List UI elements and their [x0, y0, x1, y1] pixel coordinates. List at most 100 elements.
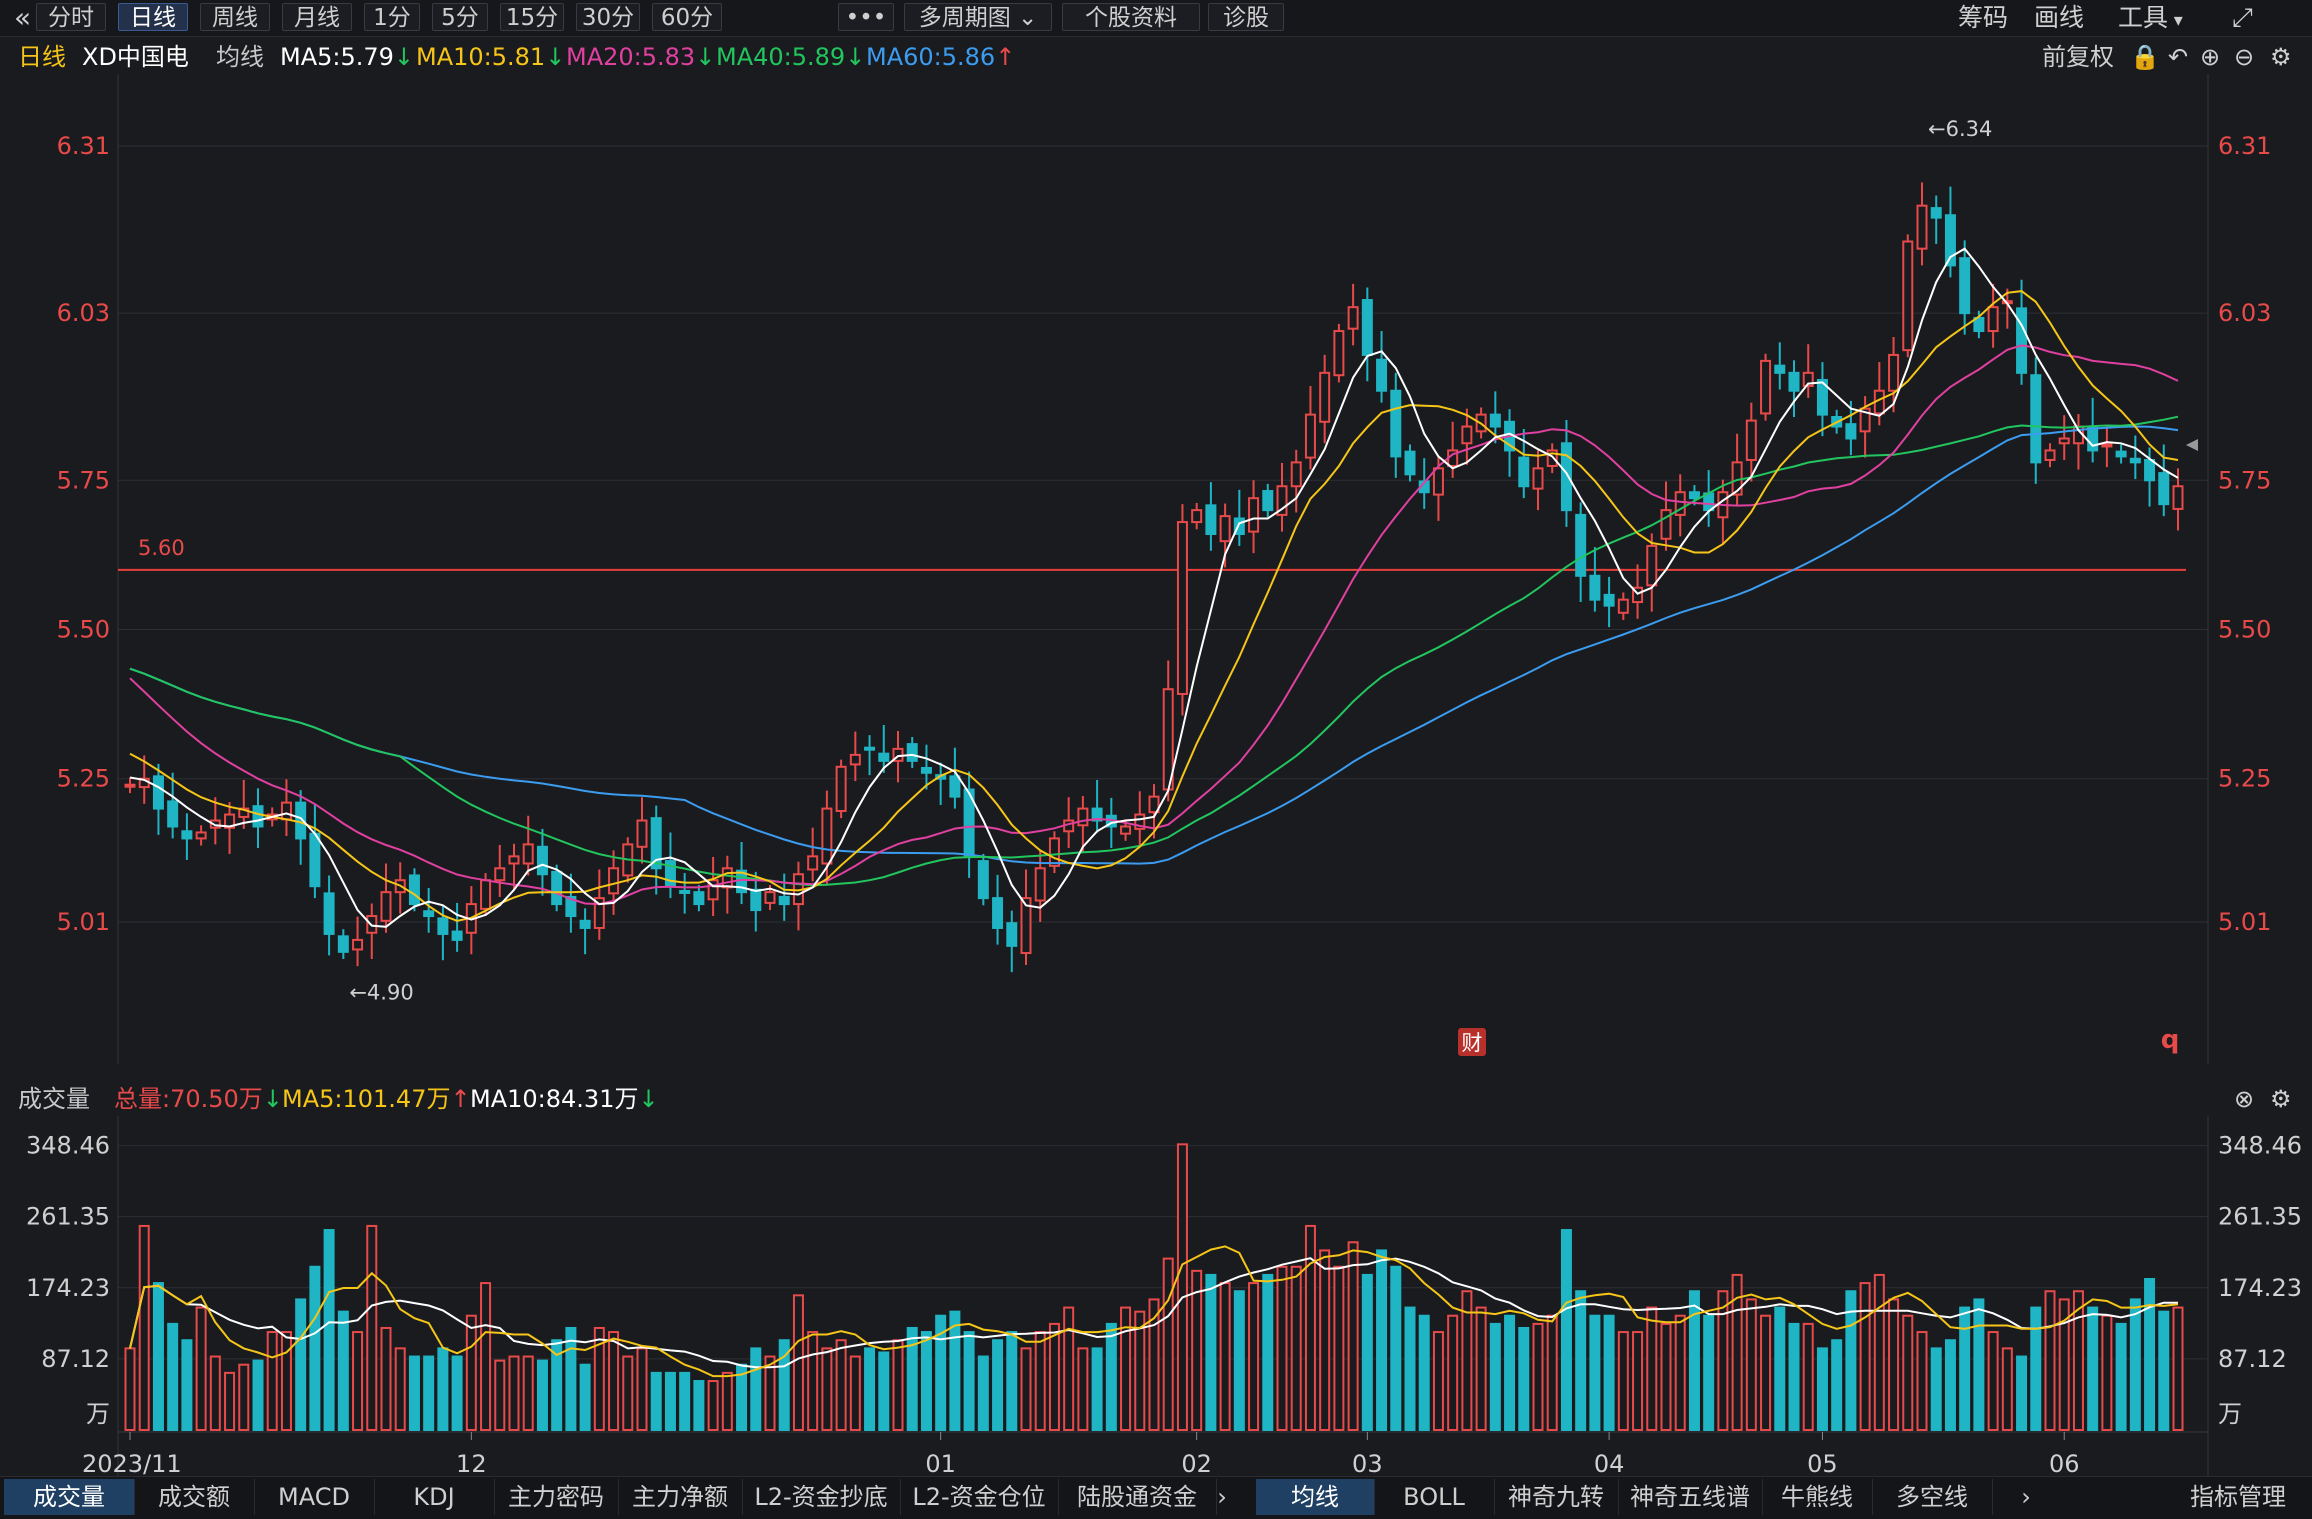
- volume-bar[interactable]: [1248, 1282, 1260, 1431]
- ma-label[interactable]: 均线: [216, 40, 264, 74]
- volume-bar[interactable]: [1447, 1314, 1459, 1432]
- more-periods-button[interactable]: •••: [838, 3, 894, 31]
- tab-1[interactable]: 日线: [118, 3, 188, 31]
- back-icon[interactable]: «: [14, 0, 31, 36]
- volume-bar[interactable]: [1816, 1347, 1828, 1431]
- volume-bar[interactable]: [2001, 1347, 2013, 1431]
- overlay-tab-2[interactable]: 神奇九转: [1494, 1479, 1619, 1515]
- tab-3[interactable]: 月线: [282, 3, 352, 31]
- volume-bar[interactable]: [138, 1224, 150, 1431]
- volume-bar[interactable]: [721, 1371, 733, 1432]
- volume-bar[interactable]: [1120, 1306, 1132, 1431]
- candle[interactable]: [1760, 353, 1772, 421]
- indicator-tab-6[interactable]: L2-资金抄底: [742, 1479, 901, 1515]
- volume-bar[interactable]: [1333, 1265, 1345, 1431]
- volume-bar[interactable]: [1304, 1224, 1316, 1431]
- volume-bar[interactable]: [465, 1314, 477, 1432]
- candle[interactable]: [1176, 504, 1188, 716]
- volume-bar[interactable]: [1745, 1298, 1757, 1431]
- volume-bar[interactable]: [1361, 1273, 1373, 1431]
- volume-bar[interactable]: [1432, 1331, 1444, 1431]
- volume-bar[interactable]: [1418, 1314, 1430, 1432]
- tab-5[interactable]: 5分: [432, 3, 488, 31]
- volume-bar[interactable]: [2158, 1310, 2170, 1431]
- volume-bar[interactable]: [1774, 1306, 1786, 1431]
- volume-bar[interactable]: [1020, 1347, 1032, 1431]
- volume-bar[interactable]: [1603, 1314, 1615, 1432]
- volume-bar[interactable]: [622, 1355, 634, 1431]
- volume-bar[interactable]: [2044, 1290, 2056, 1431]
- volume-bar[interactable]: [1873, 1273, 1885, 1431]
- indicator-tab-8[interactable]: 陆股通资金: [1058, 1479, 1217, 1515]
- volume-bar[interactable]: [1532, 1322, 1544, 1431]
- volume-bar[interactable]: [1973, 1298, 1985, 1431]
- volume-bar[interactable]: [1916, 1331, 1928, 1431]
- volume-bar[interactable]: [878, 1351, 890, 1431]
- volume-bar[interactable]: [423, 1355, 435, 1431]
- volume-bar[interactable]: [664, 1371, 676, 1432]
- volume-bar[interactable]: [1290, 1265, 1302, 1431]
- volume-bar[interactable]: [1930, 1347, 1942, 1431]
- volume-bar[interactable]: [807, 1331, 819, 1431]
- volume-bar[interactable]: [949, 1310, 961, 1431]
- volume-bar[interactable]: [963, 1331, 975, 1431]
- volume-bar[interactable]: [1063, 1306, 1075, 1431]
- volume-bar[interactable]: [1276, 1265, 1288, 1431]
- volume-bar[interactable]: [451, 1355, 463, 1431]
- volume-bar[interactable]: [209, 1355, 221, 1431]
- volume-bar[interactable]: [522, 1355, 534, 1431]
- candle[interactable]: [1048, 831, 1060, 874]
- volume-bar[interactable]: [480, 1282, 492, 1431]
- price-chart[interactable]: 6.31 6.31 6.03 6.03 5.75 5.75 5.50 5.50 5.25 5.25…: [0, 74, 2312, 1064]
- volume-bar[interactable]: [380, 1326, 392, 1431]
- volume-bar[interactable]: [565, 1326, 577, 1431]
- undo-icon[interactable]: ↶: [2168, 40, 2188, 74]
- volume-bar[interactable]: [1703, 1314, 1715, 1432]
- volume-bar[interactable]: [1788, 1322, 1800, 1431]
- volume-bar[interactable]: [1589, 1314, 1601, 1432]
- volume-bar[interactable]: [280, 1331, 292, 1431]
- volume-bar[interactable]: [1404, 1306, 1416, 1431]
- volume-bar[interactable]: [181, 1339, 193, 1431]
- volume-bar[interactable]: [1617, 1331, 1629, 1431]
- volume-bar[interactable]: [1575, 1290, 1587, 1431]
- tab-8[interactable]: 60分: [652, 3, 722, 31]
- diagnose-button[interactable]: 诊股: [1208, 3, 1284, 31]
- volume-bar[interactable]: [707, 1380, 719, 1432]
- multi-period-button[interactable]: 多周期图 ⌄: [904, 3, 1052, 31]
- volume-bar[interactable]: [1475, 1306, 1487, 1431]
- volume-bar[interactable]: [892, 1339, 904, 1431]
- volume-bar[interactable]: [337, 1310, 349, 1431]
- overlay-tab-5[interactable]: 多空线: [1872, 1479, 1993, 1515]
- candle[interactable]: [977, 853, 989, 906]
- volume-bar[interactable]: [1162, 1257, 1174, 1431]
- volume-bar[interactable]: [309, 1265, 321, 1431]
- volume-bar[interactable]: [693, 1380, 705, 1432]
- volume-bar[interactable]: [1319, 1249, 1331, 1431]
- volume-bar[interactable]: [1176, 1143, 1188, 1432]
- volume-bar[interactable]: [1034, 1331, 1046, 1431]
- volume-chart[interactable]: 348.46 348.46 261.35 261.35 174.23 174.23 87.1…: [0, 1116, 2312, 1476]
- volume-bar[interactable]: [1560, 1229, 1572, 1431]
- volume-bar[interactable]: [437, 1347, 449, 1431]
- tab-2[interactable]: 周线: [200, 3, 270, 31]
- volume-bar[interactable]: [864, 1347, 876, 1431]
- volume-bar[interactable]: [1688, 1290, 1700, 1431]
- overlay-tab-3[interactable]: 神奇五线谱: [1618, 1479, 1763, 1515]
- volume-bar[interactable]: [152, 1282, 164, 1431]
- indicator-manage-button[interactable]: 指标管理: [2168, 1479, 2308, 1515]
- volume-bar[interactable]: [1048, 1322, 1060, 1431]
- volume-bar[interactable]: [992, 1339, 1004, 1431]
- volume-bar[interactable]: [835, 1339, 847, 1431]
- volume-bar[interactable]: [1091, 1347, 1103, 1431]
- volume-bar[interactable]: [636, 1347, 648, 1431]
- volume-bar[interactable]: [1105, 1322, 1117, 1431]
- volume-bar[interactable]: [2129, 1298, 2141, 1431]
- volume-bar[interactable]: [366, 1224, 378, 1431]
- volume-bar[interactable]: [408, 1355, 420, 1431]
- volume-bar[interactable]: [2115, 1322, 2127, 1431]
- overlay-tab-4[interactable]: 牛熊线: [1762, 1479, 1873, 1515]
- tab-6[interactable]: 15分: [500, 3, 564, 31]
- volume-bar[interactable]: [821, 1347, 833, 1431]
- volume-bar[interactable]: [224, 1371, 236, 1432]
